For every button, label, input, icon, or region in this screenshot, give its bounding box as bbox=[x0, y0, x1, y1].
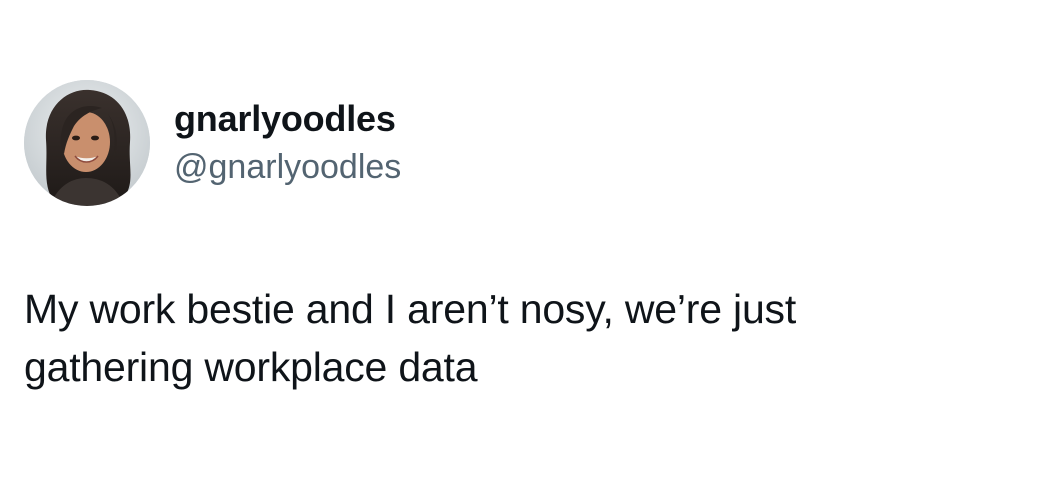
avatar[interactable] bbox=[24, 80, 150, 206]
user-handle[interactable]: @gnarlyoodles bbox=[174, 145, 401, 189]
tweet-text: My work bestie and I aren’t nosy, we’re … bbox=[24, 286, 797, 390]
tweet-card: gnarlyoodles @gnarlyoodles My work besti… bbox=[0, 0, 1050, 494]
tweet-header: gnarlyoodles @gnarlyoodles bbox=[24, 80, 401, 206]
avatar-image bbox=[24, 80, 150, 206]
author-names: gnarlyoodles @gnarlyoodles bbox=[174, 97, 401, 189]
display-name[interactable]: gnarlyoodles bbox=[174, 97, 401, 141]
